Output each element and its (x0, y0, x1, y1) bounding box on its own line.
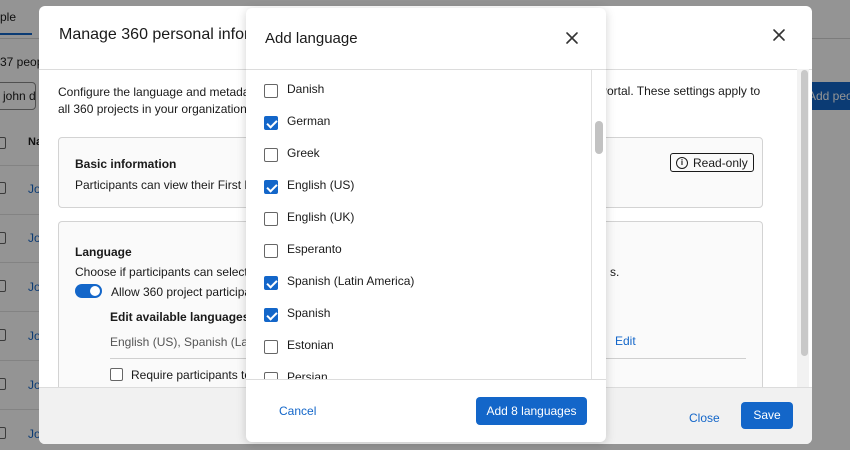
add-language-dialog: Add language Danish German Greek English… (246, 8, 606, 442)
language-checkbox[interactable] (264, 276, 278, 290)
language-option[interactable]: Estonian (246, 326, 591, 358)
language-label: German (287, 114, 331, 128)
language-label: Greek (287, 146, 320, 160)
language-label: English (US) (287, 178, 355, 192)
language-checkbox[interactable] (264, 84, 278, 98)
language-option[interactable]: English (UK) (246, 198, 591, 230)
language-checkbox[interactable] (264, 340, 278, 354)
require-participants-checkbox[interactable] (110, 368, 123, 381)
language-list: Danish German Greek English (US) English… (246, 70, 591, 379)
language-checkbox[interactable] (264, 244, 278, 258)
current-languages: English (US), Spanish (Latin (110, 335, 261, 349)
language-list-scrollbar[interactable] (591, 70, 606, 379)
description-line-1-right: Portal. These settings apply to (599, 84, 761, 98)
language-checkbox[interactable] (264, 116, 278, 130)
close-button[interactable]: Close (689, 411, 720, 425)
language-title: Language (75, 245, 132, 259)
save-button[interactable]: Save (741, 402, 793, 429)
close-icon[interactable] (564, 30, 580, 46)
language-list-scrollbar-thumb[interactable] (595, 121, 603, 154)
read-only-badge: i Read-only (670, 153, 754, 172)
info-icon: i (676, 157, 688, 169)
language-label: Persian (287, 370, 328, 379)
allow-participants-toggle[interactable] (75, 284, 102, 298)
language-label: English (UK) (287, 210, 355, 224)
language-checkbox[interactable] (264, 308, 278, 322)
language-checkbox[interactable] (264, 180, 278, 194)
close-icon[interactable] (770, 26, 788, 44)
language-option[interactable]: Persian (246, 358, 591, 379)
toggle-label: Allow 360 project participan (111, 285, 258, 299)
toggle-knob (90, 286, 100, 296)
language-checkbox[interactable] (264, 372, 278, 379)
language-text: Choose if participants can select th (75, 265, 262, 279)
language-option[interactable]: Spanish (246, 294, 591, 326)
edit-languages-heading: Edit available languages: (110, 310, 254, 324)
language-option[interactable]: Danish (246, 70, 591, 102)
modal-title: Manage 360 personal informa (59, 26, 272, 43)
add-languages-button[interactable]: Add 8 languages (476, 397, 587, 425)
language-label: Spanish (Latin America) (287, 274, 415, 288)
language-label: Esperanto (287, 242, 342, 256)
language-text-right: s. (610, 265, 620, 279)
language-option[interactable]: German (246, 102, 591, 134)
language-checkbox[interactable] (264, 148, 278, 162)
language-option[interactable]: Greek (246, 134, 591, 166)
dialog-title: Add language (265, 30, 358, 47)
cancel-button[interactable]: Cancel (279, 404, 316, 418)
edit-languages-link[interactable]: Edit (615, 334, 636, 348)
language-checkbox[interactable] (264, 212, 278, 226)
read-only-label: Read-only (693, 156, 748, 170)
language-label: Spanish (287, 306, 331, 320)
require-participants-label: Require participants to (131, 368, 252, 382)
language-option[interactable]: Spanish (Latin America) (246, 262, 591, 294)
basic-info-title: Basic information (75, 157, 177, 171)
dialog-footer-divider (246, 379, 606, 380)
language-option[interactable]: Esperanto (246, 230, 591, 262)
language-label: Danish (287, 82, 325, 96)
modal-scrollbar-thumb[interactable] (801, 70, 808, 356)
basic-info-text: Participants can view their First Na (75, 178, 260, 192)
language-label: Estonian (287, 338, 334, 352)
language-option[interactable]: English (US) (246, 166, 591, 198)
